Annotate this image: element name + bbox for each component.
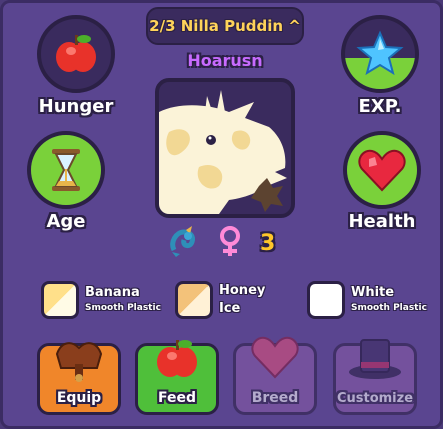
hunger-meter[interactable] xyxy=(37,15,115,93)
exp-label: EXP. xyxy=(358,96,402,117)
swatch-material: Smooth Plastic xyxy=(85,303,161,314)
feed-button[interactable]: Feed xyxy=(135,340,219,415)
top-hat-icon xyxy=(336,334,414,382)
heart-icon xyxy=(347,135,417,205)
pet-selector-dropdown[interactable]: 2/3 Nilla Puddin ^ xyxy=(146,7,304,45)
color-swatch-white[interactable]: White Smooth Plastic xyxy=(307,281,427,319)
customize-label: Customize xyxy=(336,391,414,406)
swatch-box xyxy=(41,281,79,319)
color-swatch-row: Banana Smooth Plastic Honey Ice White Sm… xyxy=(41,281,441,325)
heart-icon xyxy=(236,334,314,380)
hunger-label: Hunger xyxy=(38,96,114,117)
female-icon xyxy=(216,225,244,261)
swatch-box xyxy=(307,281,345,319)
age-meter[interactable] xyxy=(27,131,105,209)
swatch-material: Ice xyxy=(219,301,241,316)
color-swatch-banana[interactable]: Banana Smooth Plastic xyxy=(41,281,161,319)
swatch-name: White xyxy=(351,284,395,300)
saddle-icon xyxy=(40,334,118,382)
customize-button[interactable]: Customize xyxy=(333,339,417,415)
equip-label: Equip xyxy=(56,390,102,406)
health-meter[interactable] xyxy=(343,131,421,209)
pet-portrait xyxy=(155,78,295,218)
exp-meter[interactable] xyxy=(341,15,419,93)
breed-label: Breed xyxy=(251,390,299,406)
feed-label: Feed xyxy=(157,390,196,406)
pet-info-panel: 2/3 Nilla Puddin ^ Hoarusn Hunger EXP. A… xyxy=(0,0,443,429)
swatch-name: Honey xyxy=(219,282,266,298)
equip-button[interactable]: Equip xyxy=(37,342,121,415)
pet-selector-label: 2/3 Nilla Puddin ^ xyxy=(149,17,301,35)
dragon-portrait-image xyxy=(159,90,287,214)
age-label: Age xyxy=(46,211,86,232)
apple-icon xyxy=(138,334,216,382)
age-value: 3 xyxy=(260,230,276,256)
color-swatch-honey[interactable]: Honey Ice xyxy=(175,281,265,319)
dragon-icon xyxy=(166,224,200,262)
swatch-box xyxy=(175,281,213,319)
breed-button[interactable]: Breed xyxy=(233,336,317,415)
star-icon xyxy=(345,19,415,89)
pet-info-row: 3 xyxy=(166,225,275,261)
health-label: Health xyxy=(348,211,416,232)
swatch-name: Banana xyxy=(85,284,140,300)
swatch-material: Smooth Plastic xyxy=(351,303,427,314)
pet-name: Hoarusn xyxy=(187,51,263,70)
apple-icon xyxy=(41,19,111,89)
hourglass-icon xyxy=(31,135,101,205)
